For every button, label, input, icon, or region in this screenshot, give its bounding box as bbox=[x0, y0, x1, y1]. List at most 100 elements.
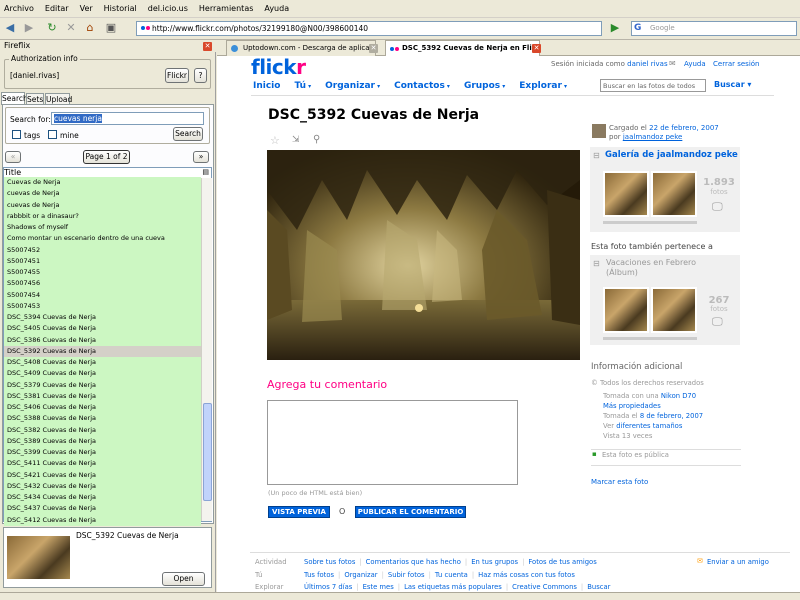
footer-link[interactable]: Tus fotos bbox=[304, 571, 334, 579]
list-item[interactable]: cuevas de Nerja bbox=[4, 188, 201, 200]
tab-flickr[interactable]: DSC_5392 Cuevas de Nerja en Fli... bbox=[385, 40, 540, 56]
zoom-icon[interactable]: ⚲ bbox=[313, 134, 320, 145]
prev-page-button[interactable]: « bbox=[5, 151, 21, 163]
mail-icon[interactable]: ✉ bbox=[669, 59, 676, 68]
bookmark-icon[interactable]: ▣ bbox=[104, 21, 118, 35]
list-item[interactable]: S5007452 bbox=[4, 244, 201, 256]
list-item[interactable]: cuevas de Nerja bbox=[4, 199, 201, 211]
set-title[interactable]: Vacaciones en Febrero (Álbum) bbox=[606, 258, 706, 278]
footer-link[interactable]: Las etiquetas más populares bbox=[404, 583, 502, 591]
close-tab-icon[interactable]: ✕ bbox=[369, 44, 378, 53]
list-item[interactable]: DSC_5394 Cuevas de Nerja bbox=[4, 312, 201, 324]
list-item[interactable]: DSC_5412 Cuevas de Nerja bbox=[4, 514, 201, 526]
footer-link[interactable]: Buscar bbox=[587, 583, 610, 591]
username-link[interactable]: daniel rivas bbox=[627, 60, 668, 68]
favorite-star-icon[interactable]: ☆ bbox=[270, 134, 280, 147]
list-item[interactable]: S5007454 bbox=[4, 289, 201, 301]
list-item[interactable]: DSC_5432 Cuevas de Nerja bbox=[4, 480, 201, 492]
list-item[interactable]: DSC_5411 Cuevas de Nerja bbox=[4, 458, 201, 470]
list-item[interactable]: S5007453 bbox=[4, 300, 201, 312]
footer-link[interactable]: Subir fotos bbox=[388, 571, 425, 579]
menu-item[interactable]: del.icio.us bbox=[148, 4, 188, 13]
open-button[interactable]: Open bbox=[162, 572, 205, 586]
set-slideshow-icon[interactable]: 🖵 bbox=[712, 315, 723, 329]
nav-item[interactable]: Organizar ▾ bbox=[325, 81, 380, 91]
list-item[interactable]: DSC_5388 Cuevas de Nerja bbox=[4, 413, 201, 425]
more-props-link[interactable]: Más propiedades bbox=[603, 402, 661, 410]
main-photo[interactable] bbox=[267, 150, 580, 360]
set-thumb-1[interactable] bbox=[603, 287, 649, 333]
mine-checkbox[interactable] bbox=[48, 130, 57, 139]
list-item[interactable]: DSC_5434 Cuevas de Nerja bbox=[4, 492, 201, 504]
list-item[interactable]: DSC_5379 Cuevas de Nerja bbox=[4, 379, 201, 391]
gallery-thumb-1[interactable] bbox=[603, 171, 649, 217]
nav-item[interactable]: Inicio bbox=[253, 81, 280, 91]
list-item[interactable]: Como montar un escenario dentro de una c… bbox=[4, 233, 201, 245]
taken-date-link[interactable]: 8 de febrero, 2007 bbox=[640, 412, 703, 420]
photo-search-button[interactable]: Buscar ▾ bbox=[714, 80, 751, 89]
send-to-group-icon[interactable]: ⇲ bbox=[292, 135, 300, 145]
gallery-link[interactable]: Galería de jaalmandoz peke bbox=[605, 150, 738, 160]
list-item[interactable]: DSC_5406 Cuevas de Nerja bbox=[4, 402, 201, 414]
web-search-box[interactable]: G Google bbox=[631, 21, 797, 36]
footer-link[interactable]: Creative Commons bbox=[512, 583, 577, 591]
gallery-scroller[interactable] bbox=[603, 221, 697, 224]
list-item[interactable]: DSC_5381 Cuevas de Nerja bbox=[4, 390, 201, 402]
gallery-thumb-2[interactable] bbox=[651, 171, 697, 217]
list-item[interactable]: Cuevas de Nerja bbox=[4, 177, 201, 189]
footer-link[interactable]: En tus grupos bbox=[471, 558, 518, 566]
footer-link[interactable]: Últimos 7 días bbox=[304, 583, 352, 591]
photo-search-input[interactable]: Buscar en las fotos de todos bbox=[600, 79, 706, 92]
list-item[interactable]: DSC_5408 Cuevas de Nerja bbox=[4, 357, 201, 369]
column-picker-icon[interactable]: ▤ bbox=[202, 168, 209, 176]
url-bar[interactable]: http://www.flickr.com/photos/32199180@N0… bbox=[136, 21, 602, 36]
list-item[interactable]: DSC_5409 Cuevas de Nerja bbox=[4, 368, 201, 380]
list-item[interactable]: DSC_5437 Cuevas de Nerja bbox=[4, 503, 201, 515]
close-icon[interactable]: ✕ bbox=[203, 42, 212, 51]
menu-item[interactable]: Ayuda bbox=[264, 4, 289, 13]
help-button[interactable]: ? bbox=[194, 68, 207, 83]
footer-link[interactable]: Fotos de tus amigos bbox=[528, 558, 596, 566]
publish-comment-button[interactable]: PUBLICAR EL COMENTARIO bbox=[355, 506, 466, 518]
comment-textarea[interactable] bbox=[267, 400, 518, 485]
logout-link[interactable]: Cerrar sesión bbox=[713, 60, 759, 68]
menu-item[interactable]: Editar bbox=[45, 4, 69, 13]
flickr-logo[interactable]: flickr bbox=[251, 55, 306, 79]
list-item[interactable]: Shadows of myself bbox=[4, 222, 201, 234]
list-item[interactable]: DSC_5405 Cuevas de Nerja bbox=[4, 323, 201, 335]
list-item[interactable]: DSC_5389 Cuevas de Nerja bbox=[4, 435, 201, 447]
menu-item[interactable]: Ver bbox=[80, 4, 93, 13]
owner-avatar[interactable] bbox=[592, 124, 606, 138]
camera-link[interactable]: Nikon D70 bbox=[661, 392, 696, 400]
list-item[interactable]: DSC_5382 Cuevas de Nerja bbox=[4, 424, 201, 436]
set-scroller[interactable] bbox=[603, 337, 697, 340]
list-item[interactable]: S5007456 bbox=[4, 278, 201, 290]
tab-uptodown[interactable]: Uptodown.com - Descarga de aplicaci... bbox=[226, 40, 376, 56]
footer-link[interactable]: Haz más cosas con tus fotos bbox=[478, 571, 575, 579]
next-page-button[interactable]: » bbox=[193, 151, 209, 163]
menu-item[interactable]: Historial bbox=[104, 4, 137, 13]
footer-link[interactable]: Organizar bbox=[344, 571, 377, 579]
owner-link[interactable]: jaalmandoz peke bbox=[623, 133, 683, 141]
footer-link[interactable]: Este mes bbox=[363, 583, 394, 591]
home-icon[interactable]: ⌂ bbox=[83, 21, 97, 35]
footer-link[interactable]: Sobre tus fotos bbox=[304, 558, 355, 566]
slideshow-icon[interactable]: 🖵 bbox=[712, 200, 723, 214]
nav-item[interactable]: Tú ▾ bbox=[294, 81, 311, 91]
invite-link[interactable]: Enviar a un amigo bbox=[707, 558, 769, 566]
results-scrollbar[interactable] bbox=[201, 178, 212, 521]
search-input[interactable]: cuevas nerja bbox=[51, 112, 204, 125]
scrollbar-thumb[interactable] bbox=[203, 403, 212, 501]
set-thumb-2[interactable] bbox=[651, 287, 697, 333]
list-item[interactable]: DSC_5392 Cuevas de Nerja bbox=[4, 345, 201, 357]
mark-photo-link[interactable]: Marcar esta foto bbox=[591, 478, 648, 486]
set-collapse-icon[interactable]: ⊟ bbox=[593, 259, 600, 268]
nav-item[interactable]: Explorar ▾ bbox=[519, 81, 567, 91]
preview-comment-button[interactable]: VISTA PREVIA bbox=[268, 506, 330, 518]
menu-item[interactable]: Herramientas bbox=[199, 4, 254, 13]
back-icon[interactable]: ◀ bbox=[3, 21, 17, 35]
help-link[interactable]: Ayuda bbox=[684, 60, 706, 68]
sizes-link[interactable]: diferentes tamaños bbox=[616, 422, 682, 430]
go-icon[interactable]: ▶ bbox=[608, 21, 622, 35]
close-active-tab-icon[interactable]: ✕ bbox=[532, 44, 541, 53]
